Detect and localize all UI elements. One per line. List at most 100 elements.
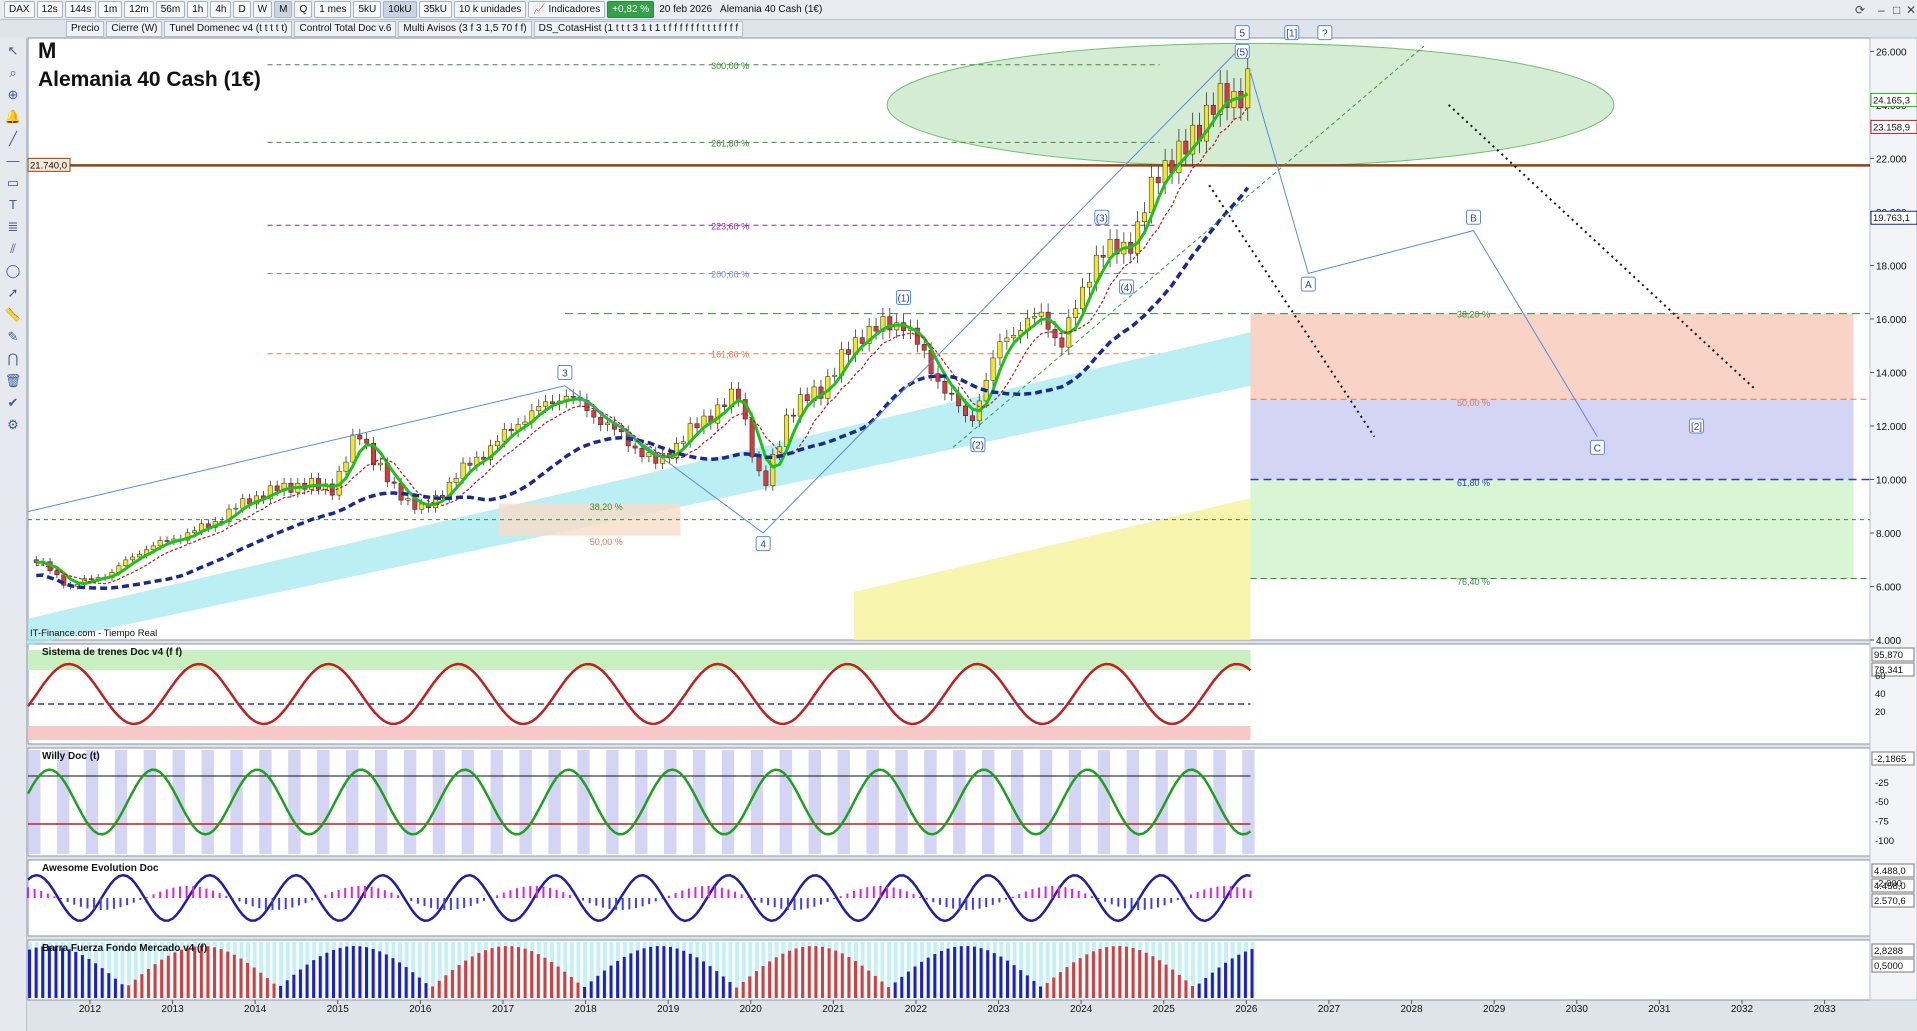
force-bar (953, 947, 957, 998)
price-tag: 19.763,1 (1873, 213, 1910, 224)
force-bar (933, 954, 937, 998)
force-bar (834, 950, 838, 998)
year-tick: 2024 (1070, 1004, 1093, 1015)
pane-column (1068, 750, 1082, 854)
force-bar (867, 970, 871, 998)
force-bar (748, 976, 752, 998)
price-tick: 10.000 (1876, 475, 1907, 486)
pane-column (28, 750, 41, 854)
force-bar (1177, 974, 1181, 998)
year-tick: 2023 (987, 1004, 1010, 1015)
year-tick: 2017 (492, 1004, 515, 1015)
force-bar (232, 954, 236, 998)
pane-column (808, 750, 821, 854)
force-bar (206, 946, 210, 998)
year-tick: 2015 (327, 1004, 350, 1015)
force-bar (483, 950, 487, 998)
force-bar (635, 950, 639, 998)
candle-body (543, 401, 549, 407)
force-bar (351, 946, 355, 998)
candle-body (591, 410, 597, 418)
candle-body (150, 545, 156, 550)
force-bar (153, 964, 157, 998)
force-bar (563, 971, 567, 998)
wave-label: [2] (1691, 422, 1702, 433)
candle-body (832, 374, 838, 377)
force-bar (860, 965, 864, 998)
wave-label: (4) (1120, 283, 1132, 294)
force-bar (675, 948, 679, 998)
candle-body (405, 498, 411, 501)
chart-area[interactable]: 3 4 5 (1) (2) (3) (4) (5) A B C [1] [2]? 300,00 % 261,… (0, 0, 1917, 1031)
pane-column (1039, 750, 1053, 854)
force-bar (1065, 967, 1069, 998)
candle-body (770, 454, 776, 486)
force-bar (226, 951, 230, 998)
pane-column (201, 750, 214, 854)
force-bar (444, 975, 448, 998)
year-tick: 2031 (1648, 1004, 1671, 1015)
candle-body (1004, 337, 1010, 342)
force-bar (285, 980, 289, 998)
pane-tick: -75 (1875, 817, 1889, 828)
force-bar (569, 977, 573, 998)
force-bar (74, 951, 78, 998)
force-bar (345, 946, 349, 998)
force-bar (999, 956, 1003, 998)
price-tick: 26.000 (1876, 47, 1907, 58)
candle-body (784, 414, 790, 447)
force-bar (127, 985, 131, 998)
force-bar (28, 949, 31, 998)
price-tick: 16.000 (1876, 315, 1907, 326)
candle-body (453, 478, 459, 483)
fib-label: 38,20 % (1457, 310, 1490, 320)
candle-body (460, 462, 466, 479)
force-bar (913, 966, 917, 998)
pane-column (1242, 750, 1255, 854)
candle-body (1086, 281, 1092, 288)
force-bar (1191, 985, 1195, 998)
period-letter: M (38, 38, 56, 63)
force-bar (536, 954, 540, 998)
wave-label: ? (1322, 29, 1328, 40)
price-tick: 12.000 (1876, 422, 1907, 433)
force-bar (1118, 946, 1122, 998)
force-bar (840, 953, 844, 998)
force-bar (279, 985, 283, 998)
force-bar (774, 957, 778, 998)
candle-body (873, 326, 879, 332)
candle-body (777, 446, 783, 455)
force-bar (365, 947, 369, 998)
force-bar (272, 983, 276, 998)
candle-body (990, 357, 996, 381)
force-bar (219, 949, 223, 998)
force-bar (186, 947, 190, 998)
candle-body (846, 349, 851, 355)
candle-body (570, 395, 576, 398)
force-bar (1052, 977, 1056, 998)
force-bar (1224, 962, 1228, 998)
pane-column (288, 750, 301, 854)
force-bar (437, 980, 441, 998)
candle-body (859, 337, 865, 344)
fib-label: 261,80 % (711, 138, 749, 148)
force-bar (1237, 954, 1241, 998)
force-bar (662, 946, 666, 998)
force-bar (887, 987, 891, 998)
force-bar (629, 953, 633, 998)
candle-body (1142, 212, 1147, 223)
force-bar (966, 946, 970, 998)
pane-title: Sistema de trenes Doc v4 (f f) (42, 647, 182, 658)
year-tick: 2013 (161, 1004, 184, 1015)
pane-column (56, 750, 70, 854)
force-bar (1124, 946, 1128, 998)
pane-value: 4.488,0 (1874, 866, 1906, 877)
force-bar (305, 964, 309, 998)
price-tick: 6.000 (1876, 582, 1901, 593)
price-tag: 23.158,9 (1873, 122, 1910, 133)
pane-column (1126, 750, 1139, 854)
left-price-tag: 21.740,0 (30, 160, 67, 171)
candle-body (1073, 308, 1079, 318)
zone-green (1250, 479, 1854, 579)
candle-body (921, 344, 927, 351)
